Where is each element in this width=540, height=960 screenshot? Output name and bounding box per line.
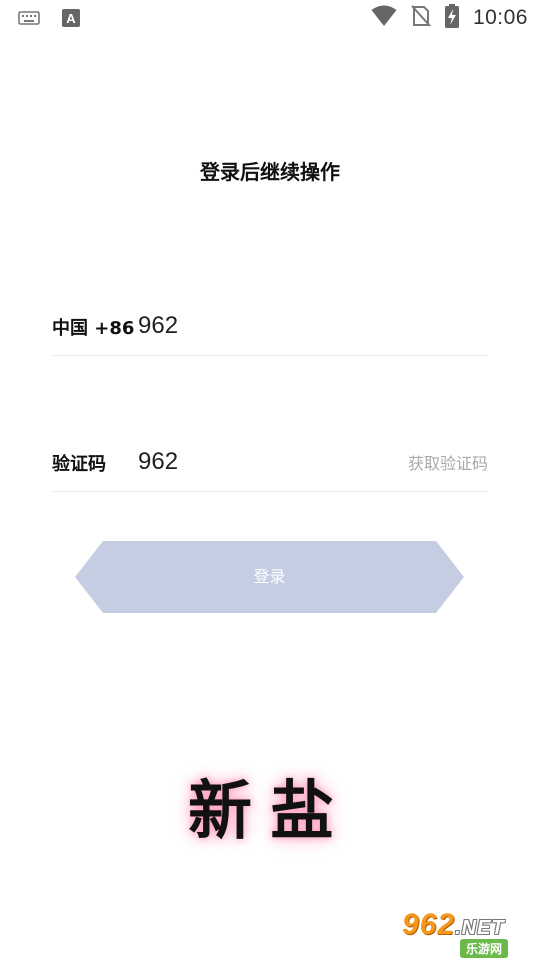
watermark-number: 962: [402, 908, 456, 941]
status-left: A: [18, 9, 80, 31]
login-button-label: 登录: [253, 567, 286, 586]
svg-text:A: A: [66, 11, 76, 26]
watermark-net: .NET: [455, 917, 505, 939]
login-button[interactable]: 登录: [75, 541, 464, 613]
code-row: 验证码 获取验证码: [52, 436, 488, 492]
code-label: 验证码: [52, 454, 106, 475]
page-title: 登录后继续操作: [200, 160, 340, 184]
watermark-top: 962.NET: [402, 908, 505, 942]
keyboard-icon: [18, 10, 40, 30]
status-right: 10:06: [371, 4, 528, 32]
status-bar: A 10:06: [0, 0, 540, 36]
no-sim-icon: [411, 5, 431, 31]
status-clock: 10:06: [472, 6, 528, 29]
country-code-label[interactable]: 中国 +86: [52, 314, 134, 340]
verification-code-input[interactable]: [138, 442, 388, 482]
brand-logo: 新盐: [188, 774, 352, 849]
a-text-icon: A: [62, 9, 80, 31]
get-code-button[interactable]: 获取验证码: [408, 450, 488, 474]
phone-row: 中国 +86: [52, 300, 488, 356]
phone-input[interactable]: [138, 306, 388, 346]
site-watermark: 962.NET 乐游网: [402, 908, 534, 958]
battery-charging-icon: [444, 4, 459, 32]
wifi-icon: [371, 5, 397, 31]
watermark-site: 乐游网: [460, 939, 509, 958]
